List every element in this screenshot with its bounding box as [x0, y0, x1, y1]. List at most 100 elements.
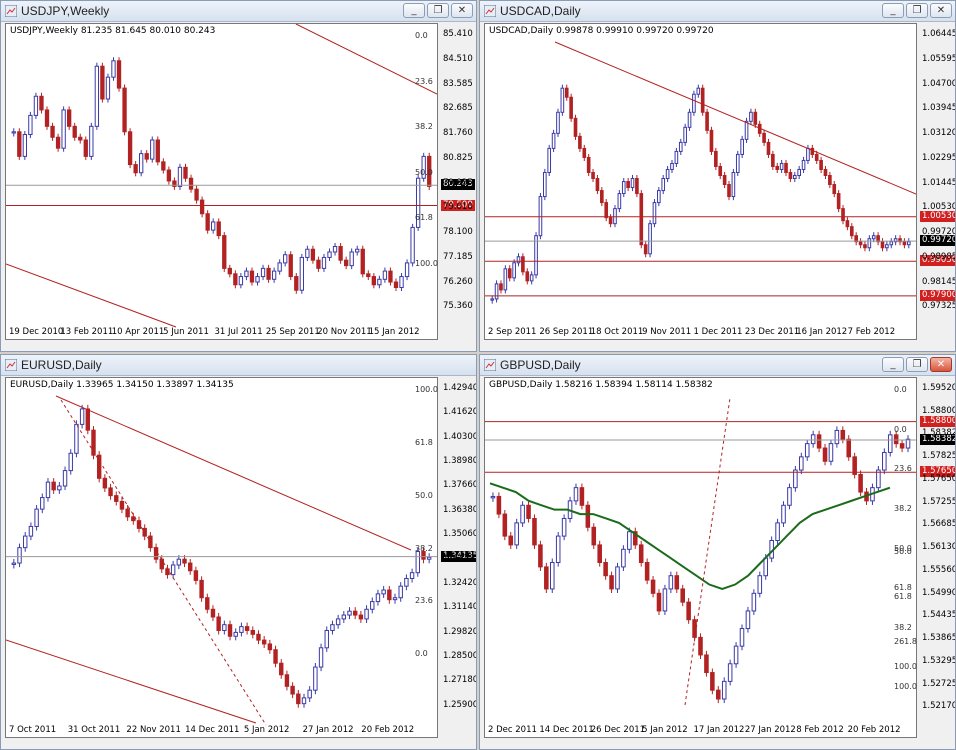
- candle-body: [45, 481, 51, 499]
- window-eurusd[interactable]: EURUSD,Daily EURUSD,Daily 1.33965 1.3415…: [0, 354, 477, 750]
- candle-body: [858, 241, 863, 246]
- candle-body: [50, 125, 55, 138]
- candle-body: [784, 162, 788, 173]
- candle-body: [199, 579, 204, 599]
- candle-body: [749, 111, 753, 122]
- chart-svg: [6, 395, 437, 726]
- candle-body: [238, 276, 244, 286]
- candle-body: [578, 135, 582, 149]
- titlebar[interactable]: USDJPY,Weekly _ ❐ ✕: [1, 1, 476, 22]
- x-tick-label: 26 Sep 2011: [539, 327, 594, 337]
- y-tick-label: 1.56130: [922, 542, 956, 553]
- candle-body: [762, 132, 766, 143]
- minimize-icon[interactable]: _: [882, 3, 904, 18]
- window-usdjpy[interactable]: USDJPY,Weekly _ ❐ ✕ USDJPY,Weekly 81.235…: [0, 0, 477, 352]
- candle-body: [600, 190, 604, 204]
- candle-body: [183, 166, 188, 179]
- window-gbpusd[interactable]: GBPUSD,Daily _ ❐ ✕ GBPUSD,Daily 1.58216 …: [479, 354, 956, 750]
- candle-body: [766, 141, 771, 155]
- candle-body: [499, 283, 503, 291]
- candle-body: [828, 443, 834, 462]
- close-icon[interactable]: ✕: [930, 357, 952, 372]
- candle-body: [79, 408, 85, 425]
- candle-body: [757, 575, 763, 594]
- candle-body: [148, 535, 153, 549]
- x-tick-label: 18 Oct 2011: [590, 327, 644, 337]
- candle-body: [273, 649, 278, 664]
- candle-body: [210, 608, 216, 618]
- close-icon[interactable]: ✕: [451, 3, 473, 18]
- candle-body: [751, 592, 757, 612]
- candle-body: [638, 544, 644, 564]
- candle-body: [538, 196, 543, 237]
- candle-body: [61, 109, 66, 149]
- candle-body: [11, 562, 17, 565]
- chart-window-icon: [5, 359, 17, 371]
- candle-body: [787, 487, 792, 506]
- titlebar[interactable]: GBPUSD,Daily _ ❐ ✕: [480, 355, 955, 376]
- candle-body: [188, 177, 194, 190]
- candle-body: [549, 562, 555, 590]
- candle-body: [133, 164, 138, 174]
- candle-body: [161, 161, 166, 171]
- candle-body: [347, 610, 352, 616]
- x-tick-label: 17 Jan 2012: [693, 725, 745, 735]
- candle-body: [508, 535, 514, 546]
- candle-body: [284, 674, 290, 687]
- candle-body: [261, 639, 267, 645]
- titlebar[interactable]: EURUSD,Daily: [1, 355, 476, 376]
- restore-icon[interactable]: ❐: [906, 3, 928, 18]
- candle-body: [810, 147, 815, 155]
- candle-body: [299, 256, 304, 291]
- candle-body: [514, 522, 519, 546]
- chart-plot[interactable]: USDJPY,Weekly 81.235 81.645 80.010 80.24…: [5, 23, 438, 340]
- x-tick-label: 5 Jan 2012: [243, 725, 290, 735]
- candle-body: [332, 246, 338, 253]
- fib-level-label: 38.2: [894, 503, 912, 513]
- chart-plot[interactable]: GBPUSD,Daily 1.58216 1.58394 1.58114 1.5…: [484, 377, 917, 738]
- candle-body: [399, 276, 404, 288]
- candle-body: [822, 447, 828, 462]
- chart-plot[interactable]: USDCAD,Daily 0.99878 0.99910 0.99720 0.9…: [484, 23, 917, 340]
- close-icon[interactable]: ✕: [930, 3, 952, 18]
- candle-body: [520, 504, 525, 524]
- y-tick-label: 84.510: [443, 53, 473, 64]
- candle-body: [753, 111, 758, 125]
- candle-body: [845, 220, 850, 228]
- candle-body: [111, 60, 116, 78]
- y-tick-label: 1.36380: [443, 504, 477, 515]
- fib-level-label: 23.6: [415, 596, 433, 606]
- candle-body: [551, 132, 556, 149]
- restore-icon[interactable]: ❐: [427, 3, 449, 18]
- restore-icon[interactable]: ❐: [906, 357, 928, 372]
- x-tick-label: 23 Dec 2011: [744, 327, 800, 337]
- candle-body: [816, 434, 822, 449]
- candle-body: [89, 125, 94, 157]
- candle-body: [591, 526, 597, 546]
- candle-body: [182, 558, 187, 564]
- candle-body: [74, 423, 79, 454]
- minimize-icon[interactable]: _: [882, 357, 904, 372]
- y-tick-label: 76.260: [443, 276, 473, 287]
- minimize-icon[interactable]: _: [403, 3, 425, 18]
- y-tick-label: 1.03945: [922, 103, 956, 114]
- chart-plot[interactable]: EURUSD,Daily 1.33965 1.34150 1.33897 1.3…: [5, 377, 438, 738]
- candle-body: [393, 281, 399, 288]
- candle-body: [216, 616, 221, 631]
- candle-body: [709, 129, 714, 152]
- candle-body: [222, 235, 227, 269]
- candle-body: [415, 551, 420, 574]
- candle-body: [392, 597, 398, 601]
- candle-body: [727, 663, 733, 682]
- candle-body: [127, 131, 133, 166]
- x-tick-label: 27 Jan 2012: [302, 725, 354, 735]
- candle-body: [421, 551, 426, 560]
- chart-svg: [6, 24, 437, 328]
- y-tick-label: 81.760: [443, 128, 473, 138]
- titlebar[interactable]: USDCAD,Daily _ ❐ ✕: [480, 1, 955, 22]
- window-usdcad[interactable]: USDCAD,Daily _ ❐ ✕ USDCAD,Daily 0.99878 …: [479, 0, 956, 352]
- candle-body: [591, 171, 595, 180]
- chart-info: USDJPY,Weekly 81.235 81.645 80.010 80.24…: [10, 26, 216, 36]
- candle-body: [239, 626, 244, 633]
- fib-level-label: 100.0: [894, 662, 917, 672]
